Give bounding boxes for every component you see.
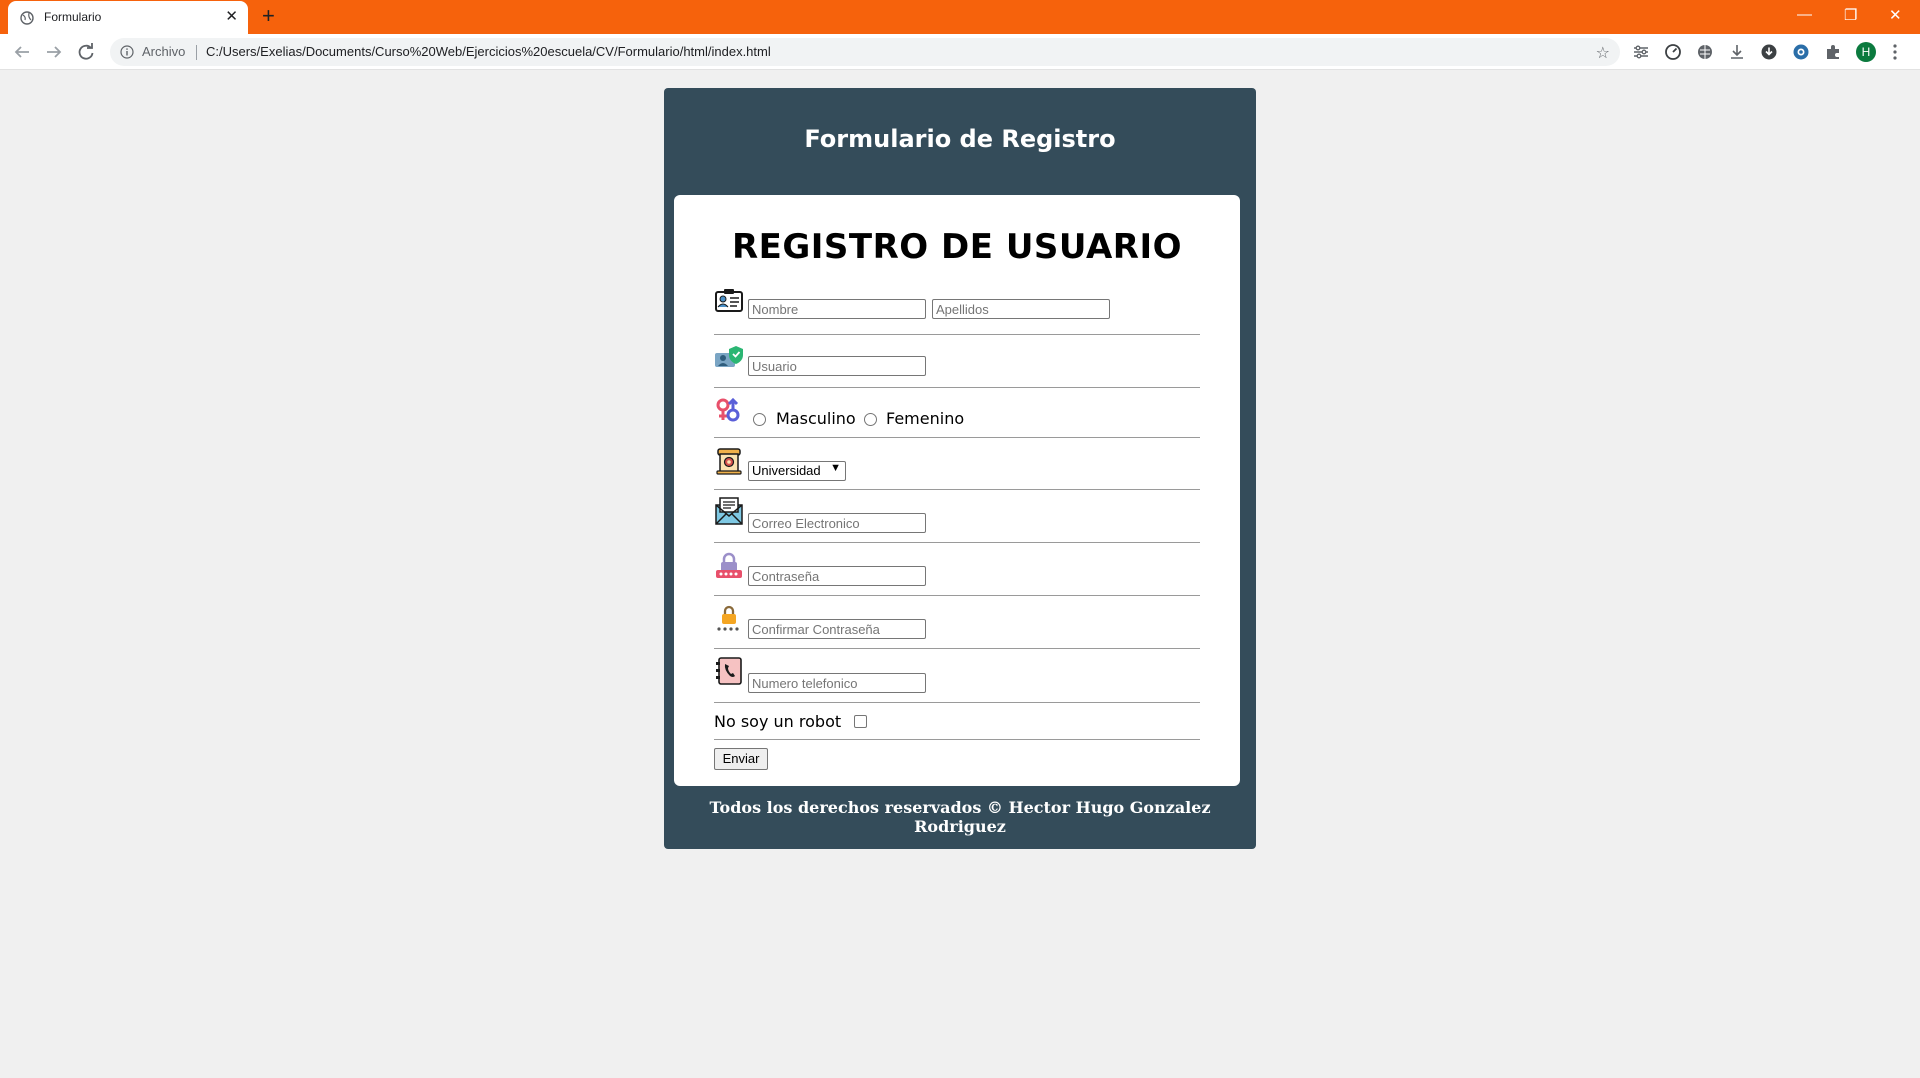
envelope-icon [715, 497, 743, 525]
name-row [714, 287, 1200, 335]
registration-form: REGISTRO DE USUARIO Nombre Apellidos Usu… [674, 195, 1240, 786]
puzzle-extensions-icon[interactable] [1824, 43, 1842, 61]
password-lock-icon [716, 552, 742, 578]
globe-icon [20, 11, 34, 25]
profile-avatar[interactable]: H [1856, 42, 1876, 62]
phone-book-icon [716, 657, 742, 685]
more-menu-icon[interactable] [1892, 43, 1898, 61]
tab-strip: Formulario ✕ + — ❐ ✕ [0, 0, 1920, 34]
browser-toolbar: Archivo C:/Users/Exelias/Documents/Curso… [0, 34, 1920, 70]
phone-input[interactable] [748, 673, 926, 693]
new-tab-button[interactable]: + [262, 4, 275, 28]
address-divider [196, 45, 197, 60]
email-input[interactable] [748, 513, 926, 533]
male-radio[interactable] [753, 413, 766, 426]
first-name-input[interactable] [748, 299, 926, 319]
page-header-title: Formulario de Registro [804, 125, 1116, 153]
password-row [714, 543, 1200, 596]
download-icon[interactable] [1728, 43, 1746, 61]
speedometer-icon[interactable] [1664, 43, 1682, 61]
password-input[interactable] [748, 566, 926, 586]
education-selected-value: Universidad [752, 463, 821, 478]
username-row [714, 335, 1200, 388]
scheme-label: Archivo [142, 44, 186, 59]
info-icon[interactable] [120, 45, 134, 59]
male-label: Masculino [776, 409, 856, 428]
chevron-down-icon: ▼ [830, 462, 841, 474]
forward-arrow-icon[interactable] [42, 40, 66, 64]
robot-row: No soy un robot [714, 703, 1200, 740]
gender-row: Masculino Femenino [714, 388, 1200, 438]
user-shield-icon [715, 346, 743, 367]
browser-tab[interactable]: Formulario ✕ [8, 1, 248, 34]
registration-card: Formulario de Registro REGISTRO DE USUAR… [664, 88, 1256, 849]
gender-symbols-icon [716, 397, 740, 422]
bookmark-star-icon[interactable]: ☆ [1596, 43, 1610, 62]
last-name-input[interactable] [932, 299, 1110, 319]
phone-row [714, 649, 1200, 703]
url-text[interactable]: C:/Users/Exelias/Documents/Curso%20Web/E… [206, 44, 771, 59]
confirm-password-row [714, 596, 1200, 649]
female-radio[interactable] [864, 413, 877, 426]
robot-label: No soy un robot [714, 712, 842, 731]
username-input[interactable] [748, 356, 926, 376]
tune-icon[interactable] [1632, 43, 1650, 61]
close-tab-icon[interactable]: ✕ [225, 8, 238, 26]
education-select[interactable]: Universidad ▼ [748, 461, 846, 481]
confirm-password-input[interactable] [748, 619, 926, 639]
translate-globe-icon[interactable] [1696, 43, 1714, 61]
id-card-icon [715, 289, 743, 312]
restore-button[interactable]: ❐ [1844, 6, 1857, 24]
tab-title: Formulario [44, 10, 102, 24]
reload-icon[interactable] [74, 40, 98, 64]
footer-copyright: Todos los derechos reservados © Hector H… [709, 798, 1211, 836]
minimize-button[interactable]: — [1797, 6, 1812, 23]
submit-button[interactable]: Enviar [714, 748, 768, 770]
address-bar[interactable]: Archivo C:/Users/Exelias/Documents/Curso… [110, 38, 1620, 66]
back-arrow-icon[interactable] [10, 40, 34, 64]
form-title: REGISTRO DE USUARIO [731, 227, 1183, 267]
email-row [714, 490, 1200, 543]
education-row: Universidad ▼ [714, 438, 1200, 490]
female-label: Femenino [886, 409, 965, 428]
close-window-button[interactable]: ✕ [1889, 6, 1902, 24]
diploma-icon [716, 448, 742, 475]
download-manager-icon[interactable] [1760, 43, 1778, 61]
confirm-lock-icon [717, 605, 739, 631]
robot-checkbox[interactable] [854, 715, 867, 728]
extension-shield-icon[interactable] [1792, 43, 1810, 61]
